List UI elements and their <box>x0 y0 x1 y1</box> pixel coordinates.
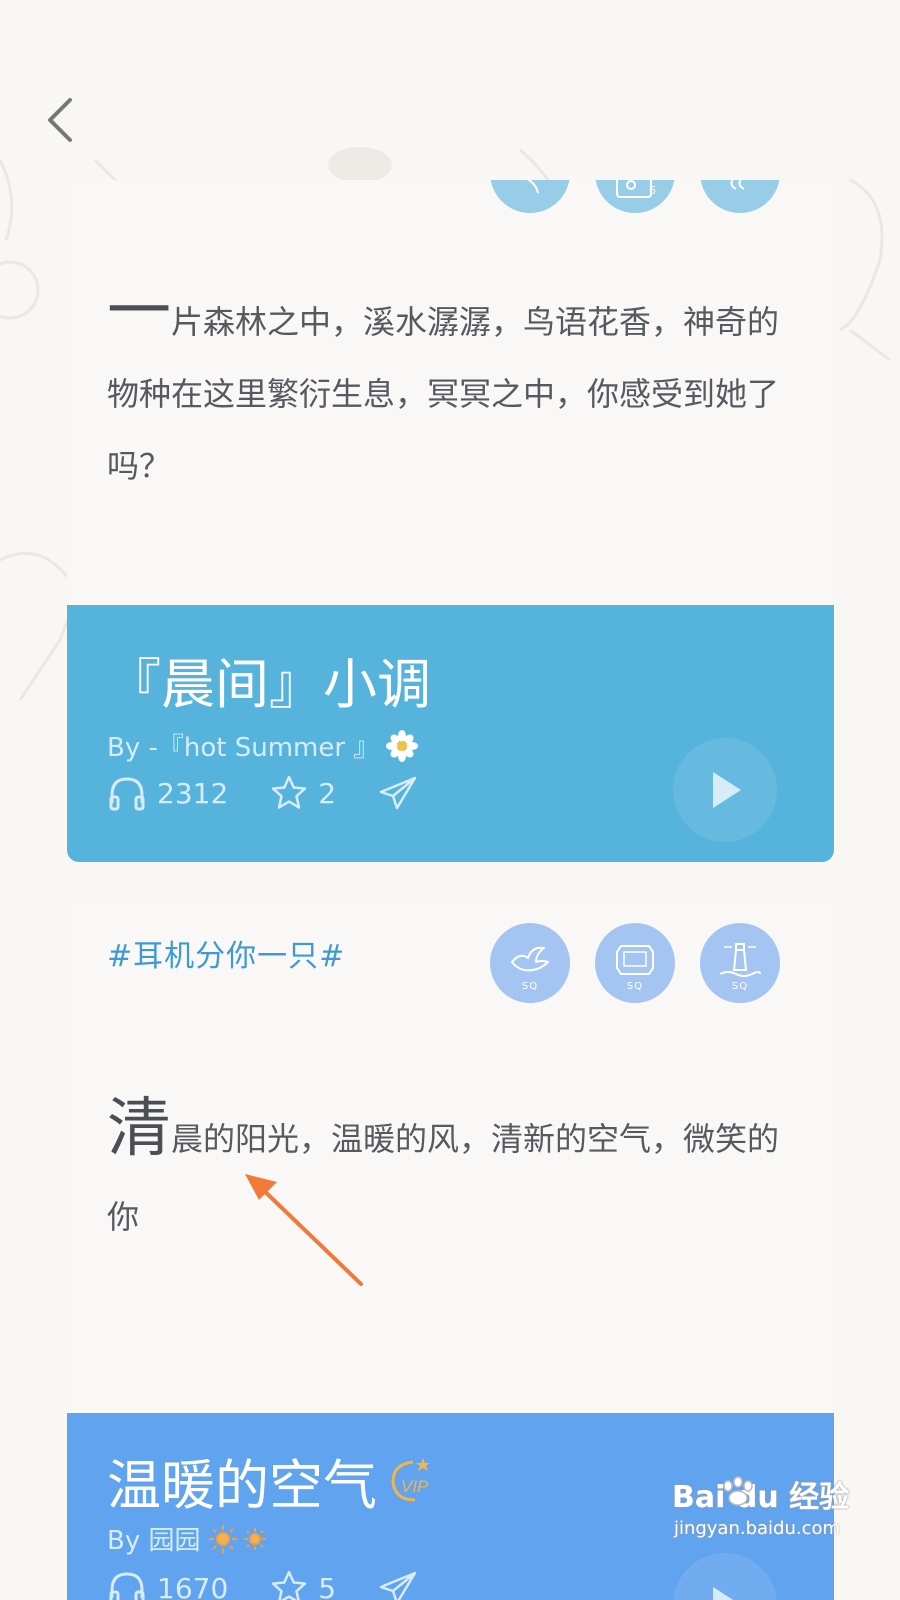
listen-count: 2312 <box>107 773 228 813</box>
vip-icon: VIP <box>383 1454 441 1508</box>
feather-icon <box>510 180 550 213</box>
author-name: By -『hot Summer 』 <box>107 727 379 764</box>
dove-icon <box>506 940 554 980</box>
dove-badge[interactable]: SQ <box>490 923 570 1003</box>
favorite-button[interactable]: 5 <box>270 1569 336 1600</box>
drop-cap: 清 <box>107 1092 171 1166</box>
picture-frame-badge[interactable]: SQ <box>595 923 675 1003</box>
photo-badge[interactable]: 6 <box>595 180 675 213</box>
top-bar <box>0 0 900 170</box>
favorite-button[interactable]: 2 <box>270 774 336 812</box>
baidu-watermark: Bai du 经验 jingyan.baidu.com <box>672 1472 842 1539</box>
star-icon <box>270 774 308 812</box>
audio-title: 温暖的空气 VIP <box>107 1441 441 1520</box>
favorite-count-value: 5 <box>318 1572 336 1600</box>
badge-label: SQ <box>700 981 780 992</box>
drop-cap: 一 <box>107 275 171 349</box>
photo-badge-count: 6 <box>649 184 656 197</box>
share-button[interactable] <box>378 775 418 811</box>
favorite-count-value: 2 <box>318 777 336 810</box>
play-icon <box>705 768 745 812</box>
post-text: 清晨的阳光，温暖的风，清新的空气，微笑的你 <box>107 1099 787 1256</box>
baidu-paw-icon <box>718 1476 758 1508</box>
play-icon <box>705 1583 745 1600</box>
play-button[interactable] <box>673 1553 777 1600</box>
lighthouse-icon <box>716 940 764 980</box>
post-text-content: 晨的阳光，温暖的风，清新的空气，微笑的你 <box>107 1120 779 1236</box>
audio-title-text: 温暖的空气 <box>107 1441 377 1520</box>
audio-stats: 1670 5 <box>107 1568 460 1600</box>
listen-count-value: 1670 <box>157 1572 228 1600</box>
annotation-arrow <box>237 1168 417 1308</box>
lighthouse-badge[interactable]: SQ <box>700 923 780 1003</box>
post-card[interactable]: 6 一片森林之中，溪水潺潺，鸟语花香，神奇的物种在这里繁衍生息，冥冥之中，你感受… <box>67 180 834 862</box>
audio-panel[interactable]: 『晨间』小调 By -『hot Summer 』 <box>67 605 834 862</box>
paper-plane-icon <box>378 1570 418 1600</box>
audio-stats: 2312 2 <box>107 773 460 813</box>
flower-icon <box>385 729 419 763</box>
watermark-url: jingyan.baidu.com <box>672 1518 842 1539</box>
badge-label: SQ <box>490 981 570 992</box>
moon-badge[interactable] <box>700 180 780 213</box>
post-text: 一片森林之中，溪水潺潺，鸟语花香，神奇的物种在这里繁衍生息，冥冥之中，你感受到她… <box>107 282 797 502</box>
star-icon <box>270 1569 308 1600</box>
audio-author[interactable]: By 园园 <box>107 1520 271 1557</box>
play-button[interactable] <box>673 738 777 842</box>
post-hashtag[interactable]: #耳机分你一只# <box>107 931 345 975</box>
back-button[interactable] <box>38 92 82 148</box>
audio-author[interactable]: By -『hot Summer 』 <box>107 727 419 764</box>
author-name: By 园园 <box>107 1520 201 1557</box>
headphones-icon <box>107 1568 147 1600</box>
share-button[interactable] <box>378 1570 418 1600</box>
listen-count: 1670 <box>107 1568 228 1600</box>
badge-label: SQ <box>595 981 675 992</box>
sun-icon <box>207 1523 271 1555</box>
post-text-content: 片森林之中，溪水潺潺，鸟语花香，神奇的物种在这里繁衍生息，冥冥之中，你感受到她了… <box>107 303 779 485</box>
feather-badge[interactable] <box>490 180 570 213</box>
picture-frame-icon <box>613 940 657 980</box>
headphones-icon <box>107 773 147 813</box>
chevron-left-icon <box>45 97 75 143</box>
svg-text:VIP: VIP <box>401 1477 429 1496</box>
listen-count-value: 2312 <box>157 777 228 810</box>
audio-title: 『晨间』小调 <box>107 640 431 719</box>
moon-icon <box>720 180 760 213</box>
paper-plane-icon <box>378 775 418 811</box>
